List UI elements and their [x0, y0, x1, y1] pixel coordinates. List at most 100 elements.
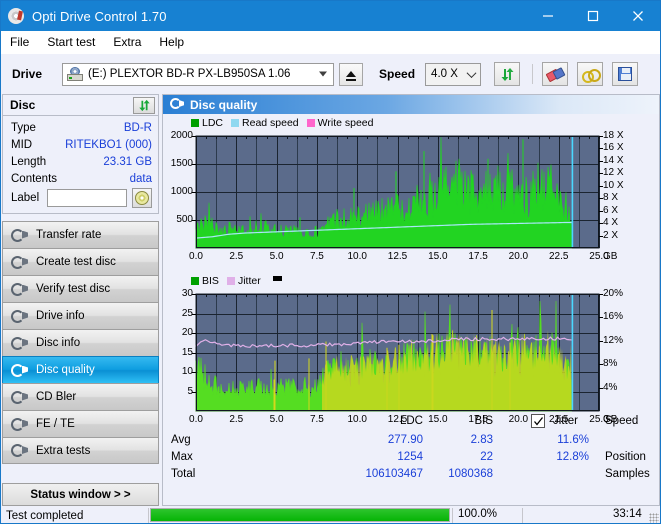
disc-info-panel: Disc Type BD-R MID RITEKBO1 (000) Length…	[2, 94, 159, 214]
chart1-y2tick-label: 10 X	[603, 179, 624, 191]
sidebar-item-fe-te[interactable]: FE / TE	[2, 410, 159, 437]
keys-button[interactable]	[577, 62, 604, 86]
disc-refresh-button[interactable]	[133, 96, 155, 114]
legend-label-bis: BIS	[202, 274, 219, 287]
erase-button[interactable]	[542, 62, 569, 86]
chart1-ytick	[192, 136, 196, 137]
bis-total-value: 1080368	[448, 468, 493, 480]
legend-swatch-bis	[191, 276, 199, 285]
sidebar-item-disc-quality[interactable]: Disc quality	[2, 356, 159, 383]
disc-row-value: BD-R	[123, 121, 152, 134]
progress-bar-fill	[151, 509, 449, 521]
chart1-xtick-label: 20.0	[508, 251, 529, 262]
legend-label-write-speed: Write speed	[317, 116, 374, 129]
save-icon	[618, 67, 633, 81]
stats-panel: LDC BIS Jitter Avg Max Total 277.90 1254…	[163, 413, 659, 485]
sidebar-item-label: Disc info	[36, 337, 81, 349]
drive-select[interactable]: (E:) PLEXTOR BD-R PX-LB950SA 1.06	[62, 62, 335, 86]
sidebar-item-verify-test-disc[interactable]: Verify test disc	[2, 275, 159, 302]
sidebar-item-label: Transfer rate	[36, 229, 102, 241]
chart1-y2tick	[599, 136, 603, 137]
refresh-drive-button[interactable]	[494, 62, 521, 86]
title-bar: Opti Drive Control 1.70	[1, 1, 660, 31]
eject-icon	[346, 71, 357, 81]
sidebar-item-disc-info[interactable]: Disc info	[2, 329, 159, 356]
menu-bar: File Start test Extra Help	[1, 31, 660, 54]
sidebar-item-create-test-disc[interactable]: Create test disc	[2, 248, 159, 275]
disc-row-key: Length	[11, 155, 47, 168]
disc-row-key: Type	[11, 121, 36, 134]
chart1-xtick-label: 12.5	[387, 251, 408, 262]
chart1-y2tick	[599, 211, 603, 212]
refresh-icon	[501, 67, 514, 81]
chart2-y2tick	[599, 364, 603, 365]
chart1-y2tick	[599, 161, 603, 162]
chart1-xtick-label: 10.0	[347, 251, 367, 262]
chart1-y2tick-label: 2 X	[603, 229, 619, 241]
sidebar-item-cd-bler[interactable]: CD Bler	[2, 383, 159, 410]
chart2-ytick-label: 30	[181, 288, 193, 299]
drive-select-value: (E:) PLEXTOR BD-R PX-LB950SA 1.06	[88, 68, 291, 80]
menu-item-start-test[interactable]: Start test	[47, 33, 104, 51]
maximize-button[interactable]	[570, 1, 615, 31]
toolbar-divider	[532, 64, 534, 84]
chart1-y2tick-label: 16 X	[603, 142, 624, 154]
disc-test-icon	[10, 336, 28, 351]
resize-grip[interactable]	[649, 513, 659, 523]
stats-col-ldc: LDC	[399, 415, 423, 427]
chart2-ytick	[192, 314, 196, 315]
chart1-ytick-label: 1000	[170, 186, 193, 197]
chart1-y2tick	[599, 223, 603, 224]
sidebar-item-label: Verify test disc	[36, 283, 111, 295]
chart1-ytick-label: 1500	[170, 158, 193, 169]
chart1-y2tick-label: 4 X	[603, 217, 619, 229]
status-window-button[interactable]: Status window > >	[2, 483, 159, 506]
sidebar-item-transfer-rate[interactable]: Transfer rate	[2, 221, 159, 248]
ldc-chart[interactable]: 500 1000 1500 2000 2 X4 X6 X8 X 10 X 12 X 14 X1…	[163, 129, 659, 269]
legend-swatch-jitter	[226, 276, 235, 285]
chart1-xtick-label: 0.0	[189, 251, 203, 262]
chart2-y2tick-label: 20%	[603, 288, 624, 299]
legend-extra-marker-icon	[272, 275, 282, 281]
menu-item-file[interactable]: File	[10, 33, 38, 51]
bis-avg-value: 2.83	[470, 434, 493, 446]
eject-button[interactable]	[339, 62, 364, 86]
menu-item-extra[interactable]: Extra	[113, 33, 150, 51]
app-disc-icon	[8, 8, 24, 24]
chart1-xtick-label: 5.0	[269, 251, 284, 262]
content-panel: Disc quality LDC Read speed Write speed …	[162, 94, 660, 506]
jitter-max-value: 12.8%	[556, 451, 589, 463]
menu-item-help[interactable]: Help	[159, 33, 193, 51]
position-label: Position	[605, 451, 646, 463]
disc-label-row: Label	[11, 188, 152, 208]
keys-icon	[582, 68, 602, 83]
sidebar-item-extra-tests[interactable]: Extra tests	[2, 437, 159, 464]
chart1-y2tick	[599, 173, 603, 174]
disc-label-input[interactable]	[47, 189, 128, 207]
chart1-ytick	[192, 192, 196, 193]
app-window: Opti Drive Control 1.70 File Start test …	[0, 0, 661, 524]
disc-test-icon	[10, 255, 28, 270]
sidebar-item-drive-info[interactable]: Drive info	[2, 302, 159, 329]
chart1-svg	[195, 135, 600, 249]
chart2-ytick	[192, 353, 196, 354]
close-button[interactable]	[615, 1, 660, 31]
disc-label-button[interactable]	[132, 188, 152, 208]
drive-label: Drive	[12, 67, 43, 81]
status-bar: Test completed 100.0% 33:14	[2, 507, 660, 523]
sidebar-item-label: Create test disc	[36, 256, 116, 268]
chart1-xtick-label: 17.5	[468, 251, 488, 262]
ldc-max-value: 1254	[397, 451, 423, 463]
bis-jitter-chart[interactable]: 5 10 15 20 25 30 4% 8% 12% 16% 20% 0.0 2.5 5.0 7.5 10.0…	[163, 287, 659, 432]
sidebar-item-label: FE / TE	[36, 418, 75, 430]
stats-col-bis: BIS	[474, 415, 493, 427]
jitter-checkbox[interactable]	[531, 414, 545, 428]
sidebar-item-label: Drive info	[36, 310, 85, 322]
chart1-xtick-label: 7.5	[309, 251, 324, 262]
jitter-avg-value: 11.6%	[557, 434, 589, 446]
chart1-y2tick	[599, 148, 603, 149]
samples-label: Samples	[605, 468, 650, 480]
save-button[interactable]	[612, 62, 639, 86]
minimize-button[interactable]	[525, 1, 570, 31]
speed-select[interactable]: 4.0 X	[425, 62, 482, 86]
